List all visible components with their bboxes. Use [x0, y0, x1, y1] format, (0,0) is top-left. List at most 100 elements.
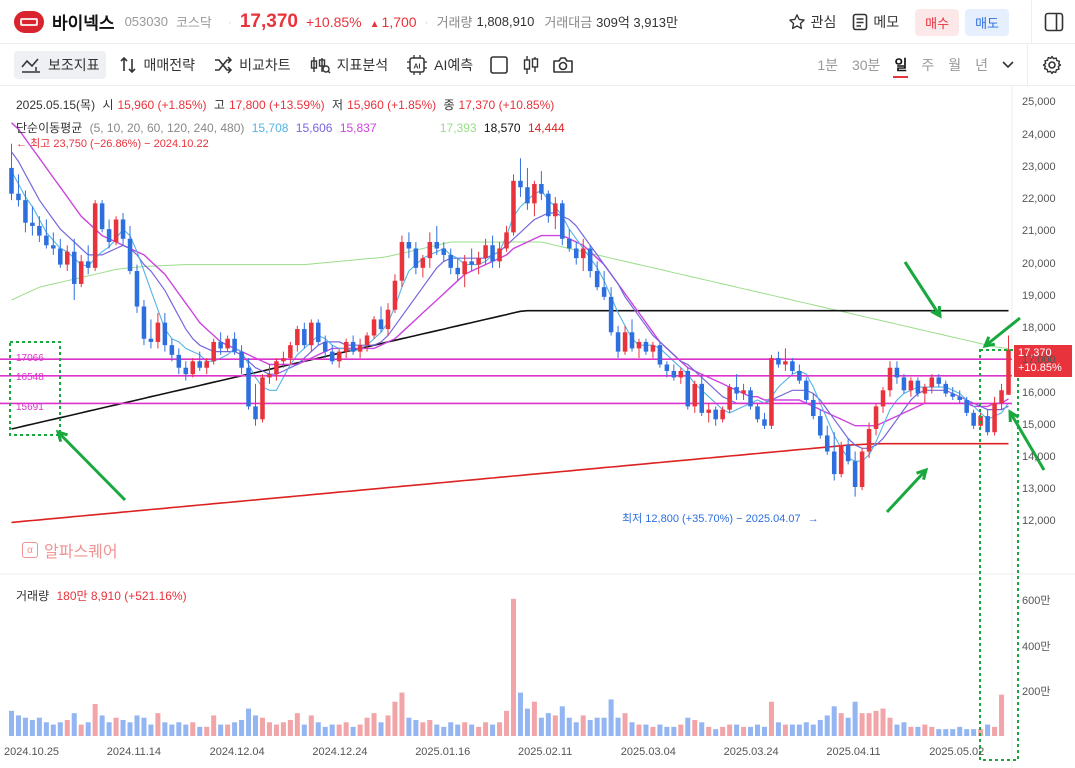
price-axis-label: 18,000: [1022, 322, 1056, 335]
buy-button[interactable]: 매수: [915, 8, 960, 36]
candle-body: [518, 180, 523, 188]
compare-chart-button[interactable]: 비교차트: [207, 51, 297, 79]
candle-body: [894, 367, 900, 378]
volume-bar: [831, 706, 837, 736]
draw-box-button[interactable]: [485, 51, 513, 79]
candle-body: [51, 245, 56, 249]
candle-body: [992, 403, 997, 433]
period-day[interactable]: 일: [887, 44, 914, 86]
candle-body: [929, 377, 935, 388]
candle-body: [232, 338, 237, 352]
volume-bar: [901, 722, 907, 736]
screenshot-button[interactable]: [549, 51, 577, 79]
volume-bar: [420, 722, 426, 736]
sell-button[interactable]: 매도: [965, 8, 1009, 36]
volume-bar: [497, 722, 503, 736]
price-axis-label: 17,000: [1022, 354, 1056, 367]
camera-icon: [553, 56, 573, 73]
bar-date: 2025.05.15(목): [16, 98, 96, 112]
side-panel-toggle[interactable]: [1031, 0, 1075, 44]
candle-body: [343, 341, 349, 352]
candle-body: [30, 222, 35, 226]
price-chart[interactable]: [0, 86, 1075, 768]
volume-label: 거래량: [436, 15, 473, 30]
volume-bar: [71, 713, 77, 736]
volume-bar: [378, 722, 384, 736]
indicator-analysis-button[interactable]: 지표분석: [303, 51, 395, 79]
volume-bar: [43, 722, 49, 736]
volume-bar: [643, 724, 649, 736]
volume-legend-value: 180만 8,910 (+521.16%): [56, 589, 187, 603]
annotation-arrow: [903, 261, 942, 317]
chart-type-button[interactable]: [517, 51, 545, 79]
volume-bar: [845, 717, 851, 736]
company-logo-icon: [14, 10, 44, 33]
volume-bar: [580, 715, 586, 736]
star-icon: [788, 14, 805, 30]
volume-bar: [92, 704, 98, 736]
price-axis-label: 22,000: [1022, 193, 1056, 206]
price-axis-label: 25,000: [1022, 96, 1056, 109]
period-dropdown[interactable]: [995, 44, 1021, 86]
volume-bar: [999, 694, 1005, 736]
date-axis-label: 2024.12.24: [312, 746, 368, 758]
volume-bar: [392, 701, 398, 736]
watch-button[interactable]: 관심: [788, 12, 836, 32]
period-week[interactable]: 주: [914, 44, 941, 86]
chart-settings-button[interactable]: [1027, 44, 1075, 86]
period-1min[interactable]: 1분: [810, 44, 845, 86]
candle-body: [253, 406, 258, 420]
candle-body: [824, 435, 830, 452]
volume-bar: [950, 729, 956, 736]
candle-body: [183, 367, 189, 375]
separator-dot: ·: [227, 14, 232, 29]
date-axis-label: 2025.05.02: [929, 746, 985, 758]
volume-bar: [280, 722, 286, 736]
volume-bar: [629, 722, 635, 736]
candle-body: [225, 338, 230, 349]
memo-button[interactable]: 메모: [852, 12, 899, 32]
candle-body: [804, 380, 809, 400]
candle-body: [455, 267, 460, 275]
volume-bar: [322, 726, 328, 736]
volume-bar: [782, 724, 788, 736]
period-30min[interactable]: 30분: [845, 44, 887, 86]
volume-bar: [434, 724, 440, 736]
date-axis-label: 2025.03.24: [723, 746, 779, 758]
high-label: 고: [213, 98, 225, 112]
open-value: 15,960 (+1.85%): [117, 98, 207, 112]
volume-bar: [573, 722, 579, 736]
level-label: 15691: [16, 402, 44, 413]
candle-body: [246, 367, 251, 407]
volume-bar: [957, 726, 963, 736]
candle-body: [532, 184, 537, 204]
candle-body: [573, 248, 579, 259]
ai-predict-button[interactable]: AI AI예측: [400, 50, 479, 80]
max-price-text: 최고 23,750 (−26.86%) − 2024.10.22: [30, 138, 209, 150]
brand-name: 알파스퀘어: [44, 544, 118, 561]
candle-body: [936, 377, 942, 384]
candle-body: [211, 341, 216, 362]
volume-bar: [127, 722, 133, 736]
volume-bar: [517, 692, 523, 736]
period-year[interactable]: 년: [968, 44, 995, 86]
strategy-button[interactable]: 매매전략: [112, 51, 202, 79]
volume-bar: [838, 713, 844, 736]
ai-chip-icon: AI: [407, 54, 428, 75]
indicator-button[interactable]: 보조지표: [14, 50, 106, 79]
ma-legend[interactable]: 단순이동평균 (5, 10, 20, 60, 120, 240, 480) 15…: [16, 119, 569, 136]
candle-body: [817, 416, 823, 436]
volume-axis-label: 400만: [1022, 640, 1051, 653]
price-axis-label: 21,000: [1022, 225, 1056, 238]
min-price-text: 최저 12,800 (+35.70%) − 2025.04.07: [622, 513, 801, 525]
volume-bar: [706, 726, 712, 736]
candle-body: [915, 380, 921, 394]
candle-body: [392, 280, 398, 310]
volume-bar: [657, 724, 663, 736]
tool-label: 지표분석: [336, 56, 389, 73]
period-month[interactable]: 월: [941, 44, 968, 86]
date-axis-label: 2025.01.16: [415, 746, 471, 758]
candle-body: [364, 335, 370, 346]
volume-bar: [413, 720, 419, 736]
candle-body: [448, 254, 454, 268]
